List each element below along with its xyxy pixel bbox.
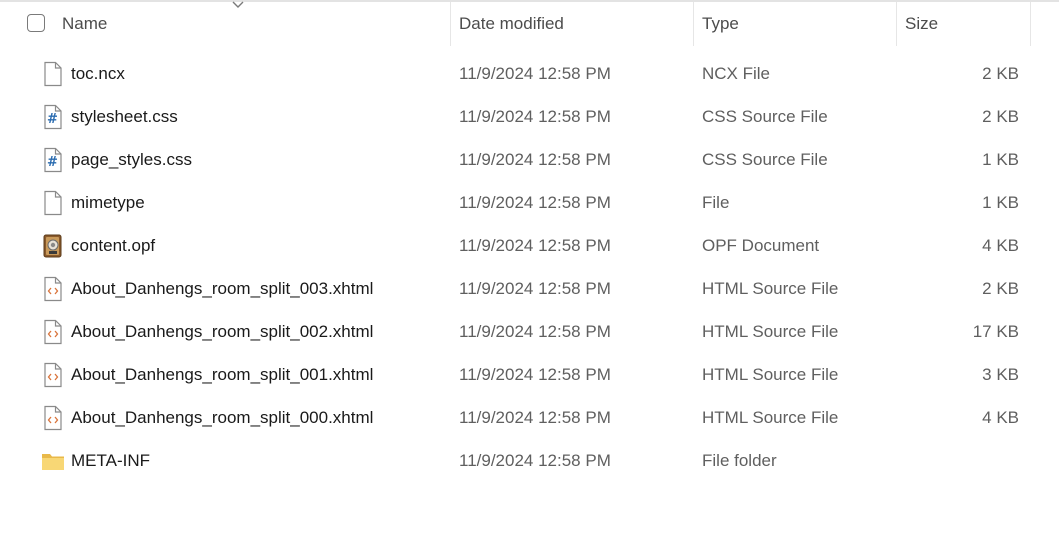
file-type: HTML Source File — [702, 365, 839, 384]
file-row[interactable]: mimetype 11/9/2024 12:58 PM File 1 KB — [0, 181, 1059, 224]
file-name: About_Danhengs_room_split_000.xhtml — [71, 408, 374, 427]
opf-document-icon — [40, 233, 66, 259]
html-file-icon — [40, 405, 66, 431]
svg-text:#: # — [47, 155, 58, 170]
file-row[interactable]: toc.ncx 11/9/2024 12:58 PM NCX File 2 KB — [0, 52, 1059, 95]
file-size: 4 KB — [982, 408, 1019, 427]
svg-text:#: # — [47, 112, 58, 127]
file-date-modified: 11/9/2024 12:58 PM — [459, 322, 611, 341]
file-type: OPF Document — [702, 236, 820, 255]
blank-file-icon — [40, 61, 66, 87]
file-row[interactable]: # page_styles.css 11/9/2024 12:58 PM CSS S… — [0, 138, 1059, 181]
file-date-modified: 11/9/2024 12:58 PM — [459, 451, 611, 470]
file-name: About_Danhengs_room_split_002.xhtml — [71, 322, 374, 341]
file-row[interactable]: About_Danhengs_room_split_002.xhtml 11/9/… — [0, 310, 1059, 353]
file-row[interactable]: About_Danhengs_room_split_000.xhtml 11/9/… — [0, 396, 1059, 439]
file-size: 1 KB — [982, 150, 1019, 169]
file-size: 17 KB — [972, 322, 1019, 341]
file-size: 2 KB — [982, 279, 1019, 298]
file-name: META-INF — [71, 451, 151, 470]
file-name: About_Danhengs_room_split_001.xhtml — [71, 365, 374, 384]
file-type: NCX File — [702, 64, 771, 83]
file-row[interactable]: # stylesheet.css 11/9/2024 12:58 PM CSS So… — [0, 95, 1059, 138]
file-size: 3 KB — [982, 365, 1019, 384]
file-list: toc.ncx 11/9/2024 12:58 PM NCX File 2 KB # … — [0, 52, 1059, 482]
file-size: 1 KB — [982, 193, 1019, 212]
file-name: About_Danhengs_room_split_003.xhtml — [71, 279, 374, 298]
file-type: File — [702, 193, 730, 212]
file-date-modified: 11/9/2024 12:58 PM — [459, 408, 611, 427]
file-type: HTML Source File — [702, 322, 839, 341]
select-all-checkbox[interactable] — [27, 14, 45, 32]
file-date-modified: 11/9/2024 12:58 PM — [459, 107, 611, 126]
file-name: toc.ncx — [71, 64, 125, 83]
size-column-header[interactable]: Size — [896, 2, 1030, 46]
css-file-icon: # — [40, 104, 66, 130]
css-file-icon: # — [40, 147, 66, 173]
file-name: stylesheet.css — [71, 107, 178, 126]
html-file-icon — [40, 319, 66, 345]
column-divider[interactable] — [1030, 2, 1031, 46]
file-date-modified: 11/9/2024 12:58 PM — [459, 150, 611, 169]
file-type: CSS Source File — [702, 107, 828, 126]
file-date-modified: 11/9/2024 12:58 PM — [459, 193, 611, 212]
file-date-modified: 11/9/2024 12:58 PM — [459, 236, 611, 255]
file-date-modified: 11/9/2024 12:58 PM — [459, 279, 611, 298]
file-size: 2 KB — [982, 64, 1019, 83]
file-name: content.opf — [71, 236, 156, 255]
folder-icon — [40, 448, 66, 474]
file-date-modified: 11/9/2024 12:58 PM — [459, 365, 611, 384]
file-type: HTML Source File — [702, 279, 839, 298]
file-row[interactable]: META-INF 11/9/2024 12:58 PM File folder — [0, 439, 1059, 482]
file-row[interactable]: About_Danhengs_room_split_003.xhtml 11/9/… — [0, 267, 1059, 310]
date-modified-column-header[interactable]: Date modified — [450, 2, 693, 46]
file-name: mimetype — [71, 193, 145, 212]
file-row[interactable]: About_Danhengs_room_split_001.xhtml 11/9/… — [0, 353, 1059, 396]
file-type: HTML Source File — [702, 408, 839, 427]
file-name: page_styles.css — [71, 150, 192, 169]
file-size: 2 KB — [982, 107, 1019, 126]
column-header: Name Date modified Type Size — [0, 1, 1059, 46]
blank-file-icon — [40, 190, 66, 216]
file-size: 4 KB — [982, 236, 1019, 255]
html-file-icon — [40, 362, 66, 388]
html-file-icon — [40, 276, 66, 302]
file-type: CSS Source File — [702, 150, 828, 169]
name-column-header[interactable]: Name — [53, 2, 450, 46]
file-type: File folder — [702, 451, 777, 470]
file-row[interactable]: content.opf 11/9/2024 12:58 PM OPF Documen… — [0, 224, 1059, 267]
type-column-header[interactable]: Type — [693, 2, 896, 46]
file-date-modified: 11/9/2024 12:58 PM — [459, 64, 611, 83]
